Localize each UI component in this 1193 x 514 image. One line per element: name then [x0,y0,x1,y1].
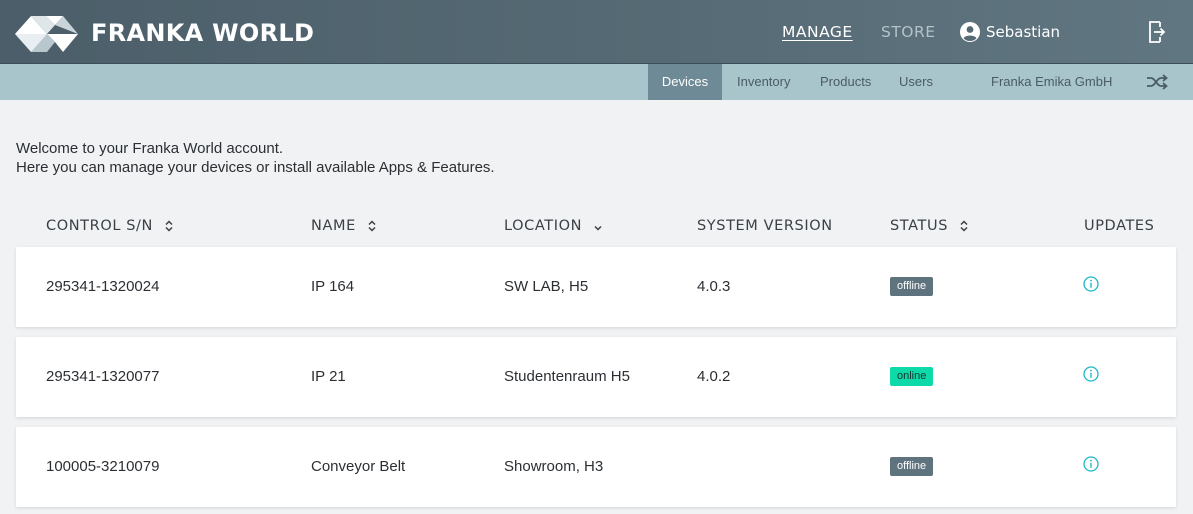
column-header-updates: UPDATES [1084,218,1154,234]
welcome-line-2: Here you can manage your devices or inst… [16,159,495,176]
cell-serial: 100005-3210079 [46,458,160,475]
column-header-serial[interactable]: CONTROL S/N [46,218,173,234]
info-icon[interactable] [1083,366,1099,382]
welcome-line-1: Welcome to your Franka World account. [16,140,284,157]
column-header-location-label: LOCATION [504,218,583,234]
cell-location: Studentenraum H5 [504,368,630,385]
cell-name: IP 21 [311,368,346,385]
status-badge: offline [890,457,934,476]
status-badge: offline [890,277,934,296]
info-icon[interactable] [1083,276,1099,292]
column-header-name-label: NAME [311,218,356,234]
cell-serial: 295341-1320077 [46,368,160,385]
table-row[interactable]: 100005-3210079 Conveyor Belt Showroom, H… [16,427,1176,507]
franka-logo-icon[interactable] [15,15,79,53]
tab-devices[interactable]: Devices [648,64,722,100]
sort-icon[interactable] [368,220,376,232]
welcome-message: Welcome to your Franka World account. He… [16,139,495,177]
cell-version: 4.0.2 [697,368,731,385]
tab-inventory[interactable]: Inventory [737,64,790,100]
nav-manage-link[interactable]: MANAGE [782,23,853,41]
sort-icon[interactable] [960,220,968,232]
brand-title[interactable]: FRANKA WORLD [91,19,314,47]
user-name[interactable]: Sebastian [986,23,1060,41]
column-header-updates-label: UPDATES [1084,218,1155,234]
company-name[interactable]: Franka Emika GmbH [991,64,1112,100]
cell-version: 4.0.3 [697,278,731,295]
tab-products[interactable]: Products [820,64,871,100]
sort-icon[interactable] [165,220,173,232]
table-row[interactable]: 295341-1320077 IP 21 Studentenraum H5 4.… [16,337,1176,417]
account-circle-icon[interactable] [960,22,980,42]
top-bar: FRANKA WORLD MANAGE STORE Sebastian [0,0,1193,64]
column-header-version-label: SYSTEM VERSION [697,218,833,234]
table-row[interactable]: 295341-1320024 IP 164 SW LAB, H5 4.0.3 o… [16,247,1176,327]
cell-name: IP 164 [311,278,355,295]
logout-icon[interactable] [1148,21,1166,43]
cell-location: SW LAB, H5 [504,278,589,295]
sub-nav-bar: Devices Inventory Products Users Franka … [0,64,1193,100]
cell-location: Showroom, H3 [504,458,604,475]
column-header-version: SYSTEM VERSION [697,218,833,234]
column-header-status-label: STATUS [890,218,949,234]
tab-users[interactable]: Users [899,64,933,100]
cell-name: Conveyor Belt [311,458,406,475]
nav-store-link[interactable]: STORE [881,23,936,41]
column-header-name[interactable]: NAME [311,218,376,234]
shuffle-icon[interactable] [1146,74,1168,90]
column-header-location[interactable]: LOCATION [504,218,602,234]
cell-serial: 295341-1320024 [46,278,160,295]
column-header-serial-label: CONTROL S/N [46,218,153,234]
info-icon[interactable] [1083,456,1099,472]
sort-descending-icon[interactable] [594,220,602,232]
column-header-status[interactable]: STATUS [890,218,968,234]
status-badge: online [890,367,934,386]
